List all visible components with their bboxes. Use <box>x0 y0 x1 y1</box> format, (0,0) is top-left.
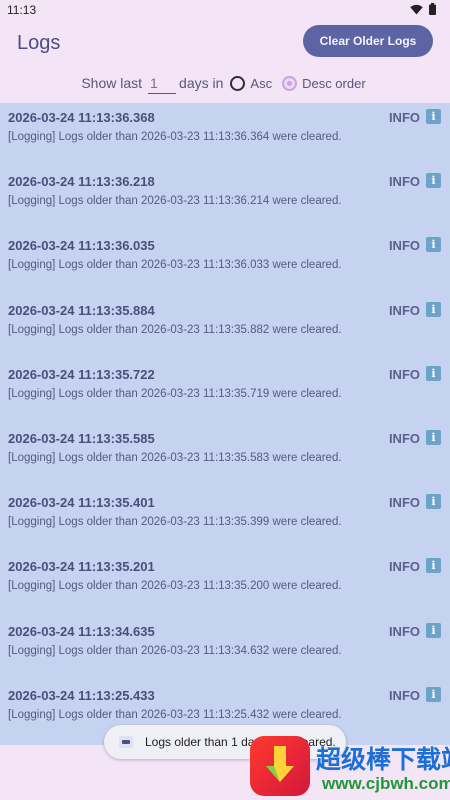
info-icon: i <box>426 109 441 124</box>
filter-prefix-label: Show last <box>81 75 143 91</box>
log-timestamp: 2026-03-24 11:13:35.722 <box>8 366 155 382</box>
log-timestamp: 2026-03-24 11:13:35.201 <box>8 559 155 575</box>
info-icon: i <box>426 686 441 702</box>
status-bar: 11:13 <box>0 0 450 20</box>
log-entry[interactable]: 2026-03-24 11:13:35.585 INFO i [Logging] Lo… <box>0 424 450 488</box>
log-entry[interactable]: 2026-03-24 11:13:36.368 INFO i [Logging] Lo… <box>0 103 450 167</box>
log-message: [Logging] Logs older than 2026-03-23 11:… <box>8 323 342 336</box>
log-level: INFO <box>388 559 420 575</box>
log-entry[interactable]: 2026-03-24 11:13:36.035 INFO i [Logging] Lo… <box>0 231 450 295</box>
log-message: [Logging] Logs older than 2026-03-23 11:… <box>8 516 342 529</box>
log-message: [Logging] Logs older than 2026-03-23 11:… <box>8 195 342 208</box>
log-message: [Logging] Logs older than 2026-03-23 11:… <box>8 259 342 272</box>
log-entry[interactable]: 2026-03-24 11:13:35.201 INFO i [Logging] Lo… <box>0 552 450 616</box>
log-level: INFO <box>388 431 420 446</box>
log-level: INFO <box>388 623 420 639</box>
log-entry[interactable]: 2026-03-24 11:13:35.401 INFO i [Logging] Lo… <box>0 488 450 552</box>
download-arrow-icon <box>266 746 294 782</box>
watermark: 超级棒下载站 www.cjbwh.com <box>248 734 450 800</box>
days-input[interactable] <box>148 72 177 94</box>
info-icon: i <box>426 365 441 381</box>
battery-icon <box>429 3 436 15</box>
info-icon: i <box>426 173 441 189</box>
status-time: 11:13 <box>7 3 37 17</box>
info-icon: i <box>426 430 441 445</box>
log-timestamp: 2026-03-24 11:13:36.368 <box>8 110 155 125</box>
asc-label: Asc <box>250 75 273 91</box>
log-timestamp: 2026-03-24 11:13:36.035 <box>8 238 155 254</box>
log-timestamp: 2026-03-24 11:13:34.635 <box>8 623 155 639</box>
status-icons <box>410 3 436 15</box>
log-filter-row: Show last days in Asc Desc order <box>0 72 450 94</box>
log-entry[interactable]: 2026-03-24 11:13:34.635 INFO i [Logging] Lo… <box>0 617 450 681</box>
log-level: INFO <box>388 110 420 125</box>
wifi-icon <box>410 4 423 14</box>
log-message: [Logging] Logs older than 2026-03-23 11:… <box>8 387 342 400</box>
log-level: INFO <box>388 174 420 190</box>
log-entry[interactable]: 2026-03-24 11:13:36.218 INFO i [Logging] Lo… <box>0 167 450 231</box>
app-icon <box>119 736 133 748</box>
watermark-title: 超级棒下载站 <box>316 745 450 774</box>
log-timestamp: 2026-03-24 11:13:25.433 <box>8 687 155 703</box>
log-message: [Logging] Logs older than 2026-03-23 11:… <box>8 644 342 657</box>
log-timestamp: 2026-03-24 11:13:35.585 <box>8 431 155 446</box>
log-message: [Logging] Logs older than 2026-03-23 11:… <box>8 131 342 143</box>
log-level: INFO <box>388 238 420 254</box>
log-message: [Logging] Logs older than 2026-03-23 11:… <box>8 452 342 464</box>
filter-suffix-label: days in <box>179 75 224 91</box>
log-level: INFO <box>388 302 420 318</box>
log-level: INFO <box>388 366 420 382</box>
log-message: [Logging] Logs older than 2026-03-23 11:… <box>8 708 342 721</box>
asc-radio[interactable] <box>230 75 246 91</box>
info-icon: i <box>426 237 441 253</box>
log-entry[interactable]: 2026-03-24 11:13:35.722 INFO i [Logging] Lo… <box>0 360 450 424</box>
clear-older-logs-button[interactable]: Clear Older Logs <box>303 25 433 57</box>
log-timestamp: 2026-03-24 11:13:35.401 <box>8 495 155 511</box>
log-level: INFO <box>388 495 420 511</box>
log-list[interactable]: 2026-03-24 11:13:36.368 INFO i [Logging] Lo… <box>0 103 450 745</box>
info-icon: i <box>426 494 441 510</box>
page-title: Logs <box>17 32 61 54</box>
info-icon: i <box>426 558 441 574</box>
info-icon: i <box>426 301 441 317</box>
log-message: [Logging] Logs older than 2026-03-23 11:… <box>8 580 342 593</box>
desc-label: Desc order <box>302 75 366 91</box>
log-timestamp: 2026-03-24 11:13:36.218 <box>8 174 155 190</box>
log-timestamp: 2026-03-24 11:13:35.884 <box>8 302 155 318</box>
log-level: INFO <box>388 687 420 703</box>
watermark-url: www.cjbwh.com <box>322 774 450 793</box>
info-icon: i <box>426 622 441 638</box>
log-entry[interactable]: 2026-03-24 11:13:35.884 INFO i [Logging] Lo… <box>0 296 450 360</box>
watermark-logo-icon <box>250 736 310 796</box>
desc-radio[interactable] <box>282 75 298 91</box>
